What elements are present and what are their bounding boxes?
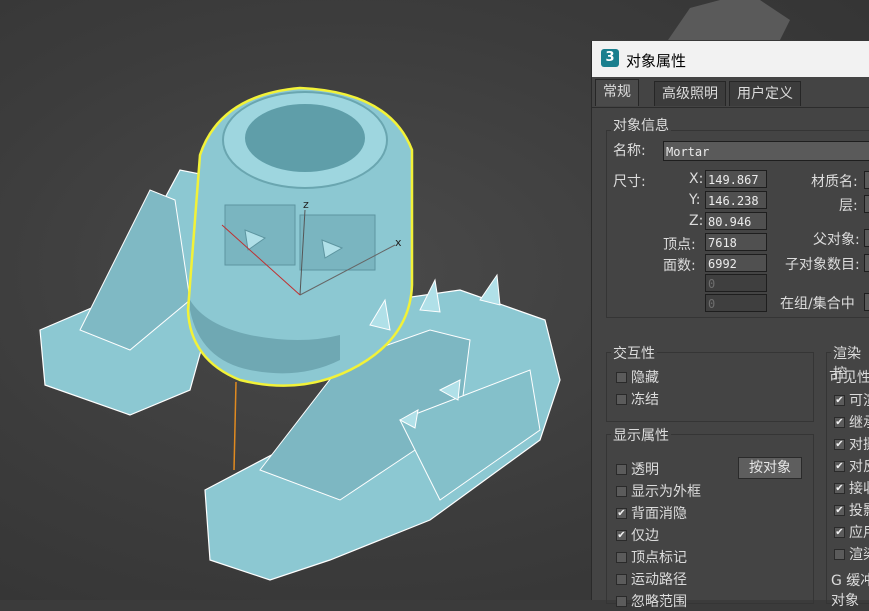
render-option-checkbox[interactable]: ✔ xyxy=(834,483,845,494)
y-label: Y: xyxy=(689,192,701,208)
in-group-field xyxy=(864,293,869,311)
display-option-checkbox[interactable] xyxy=(616,596,627,607)
render-option-checkbox[interactable] xyxy=(834,549,845,560)
in-group-label: 在组/集合中 xyxy=(780,296,855,312)
vertices-label: 顶点: xyxy=(663,237,696,253)
render-option-label: 对反 xyxy=(849,459,869,475)
freeze-checkbox[interactable] xyxy=(616,394,627,405)
display-option-label: 忽略范围 xyxy=(631,594,687,610)
x-dimension: 149.867 xyxy=(705,170,767,188)
children-field xyxy=(864,254,869,272)
name-label: 名称: xyxy=(613,143,646,159)
render-option-label: 投影 xyxy=(849,503,869,519)
render-option-checkbox[interactable]: ✔ xyxy=(834,395,845,406)
display-option-checkbox[interactable] xyxy=(616,486,627,497)
tab-general[interactable]: 常规 xyxy=(595,79,639,106)
display-option-label: 运动路径 xyxy=(631,572,687,588)
display-option-label: 顶点标记 xyxy=(631,550,687,566)
render-option-checkbox[interactable]: ✔ xyxy=(834,461,845,472)
freeze-label: 冻结 xyxy=(631,392,659,408)
app-logo-icon: 3 xyxy=(601,49,619,67)
gbuffer-label: G 缓冲 xyxy=(831,573,869,589)
tab-advanced-lighting[interactable]: 高级照明 xyxy=(654,81,726,106)
hide-label: 隐藏 xyxy=(631,370,659,386)
extra-count-1: 0 xyxy=(705,274,767,292)
z-label: Z: xyxy=(689,213,704,229)
tab-bar: 常规 高级照明 用户定义 xyxy=(592,79,869,108)
axis-x-label: x xyxy=(395,236,402,249)
display-option-label: 透明 xyxy=(631,462,659,478)
render-option-label: 对摄 xyxy=(849,437,869,453)
object-properties-dialog: 3 对象属性 常规 高级照明 用户定义 对象信息 名称: Mortar 尺寸: … xyxy=(591,41,869,610)
barrel-panel-left xyxy=(224,204,296,266)
faces-label: 面数: xyxy=(663,258,696,274)
layer-field[interactable] xyxy=(864,195,869,213)
display-option-label: 仅边 xyxy=(631,528,659,544)
spike xyxy=(479,273,501,306)
background-object xyxy=(668,0,790,40)
display-properties-label: 显示属性 xyxy=(611,425,671,445)
parent-label: 父对象: xyxy=(813,232,860,248)
name-input[interactable]: Mortar xyxy=(663,141,869,161)
render-option-label: 接收 xyxy=(849,481,869,497)
display-option-checkbox[interactable]: ✔ xyxy=(616,530,627,541)
link-line xyxy=(233,381,237,471)
by-object-button[interactable]: 按对象 xyxy=(738,457,802,479)
hide-checkbox[interactable] xyxy=(616,372,627,383)
display-option-checkbox[interactable] xyxy=(616,552,627,563)
z-dimension: 80.946 xyxy=(705,212,767,230)
axis-z-label: z xyxy=(303,198,309,211)
render-option-checkbox[interactable]: ✔ xyxy=(834,439,845,450)
render-option-label: 应用 xyxy=(849,525,869,541)
dialog-title: 对象属性 xyxy=(626,52,687,70)
display-option-label: 显示为外框 xyxy=(631,484,701,500)
visibility-label: 可见性 xyxy=(829,370,869,386)
render-option-checkbox[interactable]: ✔ xyxy=(834,527,845,538)
extra-count-2: 0 xyxy=(705,294,767,312)
render-option-checkbox[interactable]: ✔ xyxy=(834,505,845,516)
object-info-label: 对象信息 xyxy=(611,115,671,135)
faces-count: 6992 xyxy=(705,254,767,272)
render-option-checkbox[interactable]: ✔ xyxy=(834,417,845,428)
parent-field xyxy=(864,229,869,247)
display-option-checkbox[interactable] xyxy=(616,464,627,475)
render-option-label: 继承 xyxy=(849,415,869,431)
children-label: 子对象数目: xyxy=(785,257,860,273)
vertices-count: 7618 xyxy=(705,233,767,251)
size-label: 尺寸: xyxy=(613,174,646,190)
material-label: 材质名: xyxy=(811,174,858,190)
display-option-checkbox[interactable] xyxy=(616,574,627,585)
tab-user-defined[interactable]: 用户定义 xyxy=(729,81,801,106)
material-field[interactable] xyxy=(864,171,869,189)
object-label: 对象 xyxy=(831,593,859,609)
render-option-label: 渲染 xyxy=(849,547,869,563)
barrel-opening xyxy=(245,104,365,172)
display-option-label: 背面消隐 xyxy=(631,506,687,522)
display-option-checkbox[interactable]: ✔ xyxy=(616,508,627,519)
y-dimension: 146.238 xyxy=(705,191,767,209)
layer-label: 层: xyxy=(839,198,858,214)
interactivity-label: 交互性 xyxy=(611,343,657,363)
dialog-titlebar[interactable]: 3 对象属性 xyxy=(592,41,869,77)
render-option-label: 可渲 xyxy=(849,393,869,409)
x-label: X: xyxy=(689,171,704,187)
